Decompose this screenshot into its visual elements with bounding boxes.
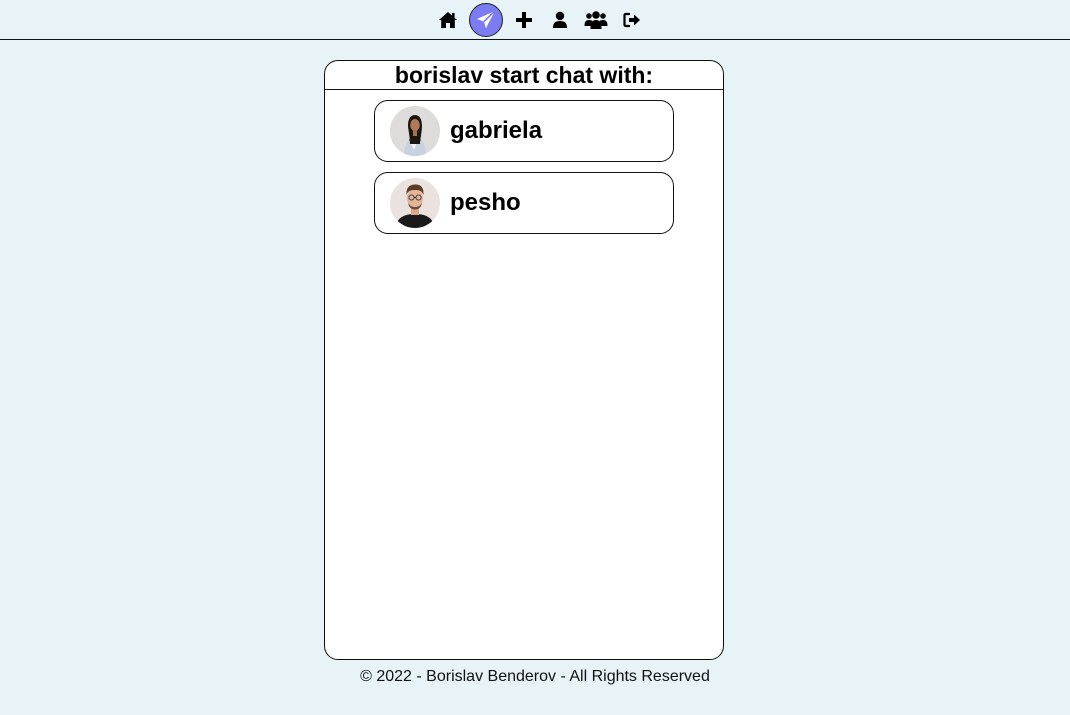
nav-icon-bar [430, 2, 650, 37]
sign-out-icon [623, 12, 641, 28]
start-chat-panel: borislav start chat with: gabriela pesho [324, 60, 724, 660]
users-icon [584, 10, 608, 30]
nav-chat-button[interactable] [469, 2, 503, 37]
nav-add-button[interactable] [507, 3, 541, 37]
avatar [390, 178, 440, 228]
user-icon [552, 11, 568, 29]
top-navigation [0, 0, 1070, 40]
avatar [390, 106, 440, 156]
contact-list: gabriela pesho [325, 90, 723, 244]
home-icon [438, 11, 458, 29]
nav-users-button[interactable] [579, 3, 613, 37]
panel-title: borislav start chat with: [325, 61, 723, 90]
contact-item-gabriela[interactable]: gabriela [374, 100, 674, 162]
paper-plane-icon [475, 9, 497, 31]
contact-name: pesho [450, 189, 521, 216]
nav-home-button[interactable] [431, 3, 465, 37]
nav-logout-button[interactable] [615, 3, 649, 37]
contact-name: gabriela [450, 117, 543, 144]
footer-copyright: © 2022 - Borislav Benderov - All Rights … [360, 668, 710, 685]
contact-item-pesho[interactable]: pesho [374, 172, 674, 234]
nav-profile-button[interactable] [543, 3, 577, 37]
plus-icon [515, 11, 533, 29]
